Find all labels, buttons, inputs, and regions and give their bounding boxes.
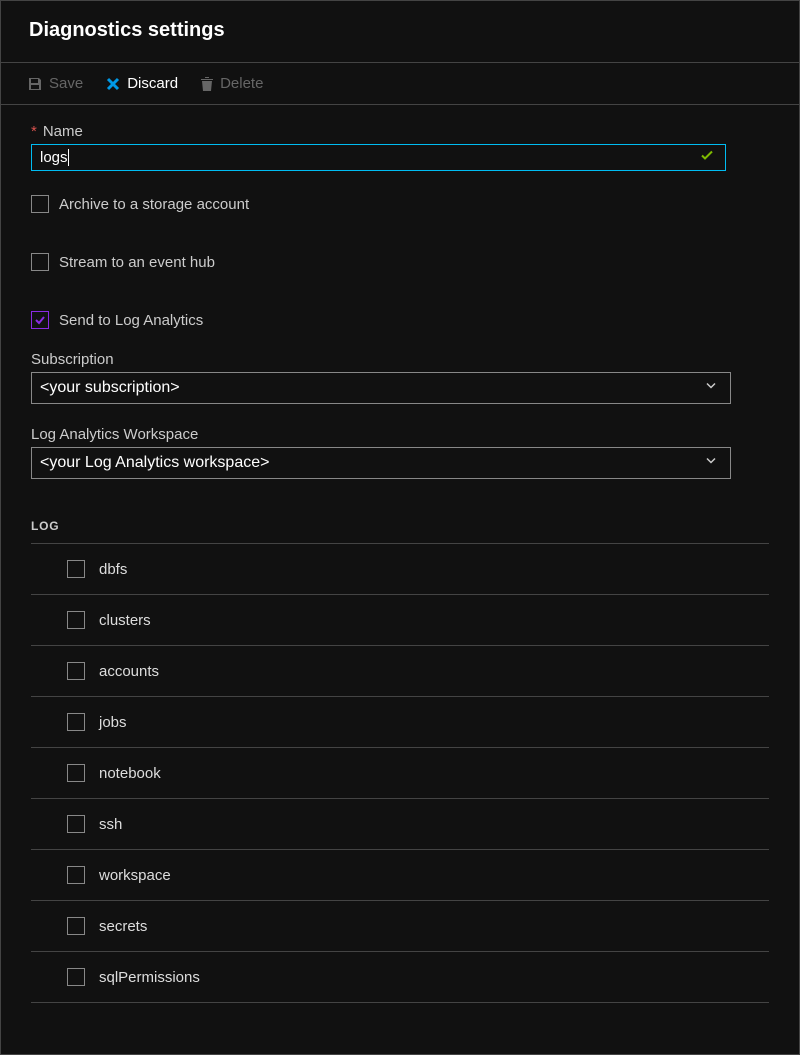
log-item-label: clusters (99, 612, 151, 629)
name-label-row: * Name (31, 123, 769, 140)
discard-icon (105, 76, 121, 92)
log-item-label: secrets (99, 918, 147, 935)
name-input-value: logs (40, 149, 68, 166)
content: * Name logs Archive to a storage account… (1, 105, 799, 1003)
page-title: Diagnostics settings (1, 1, 799, 63)
log-item-checkbox[interactable] (67, 611, 85, 629)
delete-icon (200, 76, 214, 92)
log-analytics-option[interactable]: Send to Log Analytics (31, 311, 769, 329)
delete-button[interactable]: Delete (200, 75, 263, 92)
log-item[interactable]: dbfs (31, 544, 769, 595)
log-item-checkbox[interactable] (67, 968, 85, 986)
log-item-checkbox[interactable] (67, 815, 85, 833)
delete-label: Delete (220, 75, 263, 92)
log-item[interactable]: jobs (31, 697, 769, 748)
save-icon (27, 76, 43, 92)
log-item[interactable]: ssh (31, 799, 769, 850)
save-button[interactable]: Save (27, 75, 83, 92)
subscription-label: Subscription (31, 351, 769, 368)
log-item-checkbox[interactable] (67, 866, 85, 884)
archive-label: Archive to a storage account (59, 196, 249, 213)
log-item-checkbox[interactable] (67, 917, 85, 935)
log-item[interactable]: secrets (31, 901, 769, 952)
required-asterisk: * (31, 123, 37, 140)
log-item-label: sqlPermissions (99, 969, 200, 986)
chevron-down-icon (704, 454, 718, 473)
log-item[interactable]: clusters (31, 595, 769, 646)
stream-label: Stream to an event hub (59, 254, 215, 271)
subscription-section: Subscription <your subscription> (31, 351, 769, 404)
log-section-header: LOG (31, 519, 769, 543)
log-item[interactable]: notebook (31, 748, 769, 799)
log-item-label: workspace (99, 867, 171, 884)
log-item-label: notebook (99, 765, 161, 782)
log-item[interactable]: sqlPermissions (31, 952, 769, 1003)
log-item-checkbox[interactable] (67, 662, 85, 680)
log-list: dbfs clusters accounts jobs notebook ssh works… (31, 543, 769, 1003)
workspace-value: <your Log Analytics workspace> (40, 454, 269, 471)
log-item[interactable]: accounts (31, 646, 769, 697)
log-item-checkbox[interactable] (67, 560, 85, 578)
log-analytics-label: Send to Log Analytics (59, 312, 203, 329)
subscription-value: <your subscription> (40, 379, 180, 396)
toolbar: Save Discard Delete (1, 63, 799, 105)
discard-label: Discard (127, 75, 178, 92)
log-item-checkbox[interactable] (67, 764, 85, 782)
log-item-label: ssh (99, 816, 122, 833)
save-label: Save (49, 75, 83, 92)
archive-checkbox[interactable] (31, 195, 49, 213)
subscription-dropdown[interactable]: <your subscription> (31, 372, 731, 404)
log-item-label: jobs (99, 714, 127, 731)
log-item-label: dbfs (99, 561, 127, 578)
log-item[interactable]: workspace (31, 850, 769, 901)
stream-option[interactable]: Stream to an event hub (31, 253, 769, 271)
log-item-label: accounts (99, 663, 159, 680)
discard-button[interactable]: Discard (105, 75, 178, 92)
chevron-down-icon (704, 379, 718, 398)
archive-option[interactable]: Archive to a storage account (31, 195, 769, 213)
workspace-section: Log Analytics Workspace <your Log Analyt… (31, 426, 769, 479)
workspace-label: Log Analytics Workspace (31, 426, 769, 443)
valid-check-icon (700, 148, 714, 167)
name-label: Name (43, 123, 83, 140)
log-analytics-checkbox[interactable] (31, 311, 49, 329)
name-input[interactable]: logs (31, 144, 726, 171)
stream-checkbox[interactable] (31, 253, 49, 271)
name-input-wrap: logs (31, 144, 769, 171)
workspace-dropdown[interactable]: <your Log Analytics workspace> (31, 447, 731, 479)
log-item-checkbox[interactable] (67, 713, 85, 731)
